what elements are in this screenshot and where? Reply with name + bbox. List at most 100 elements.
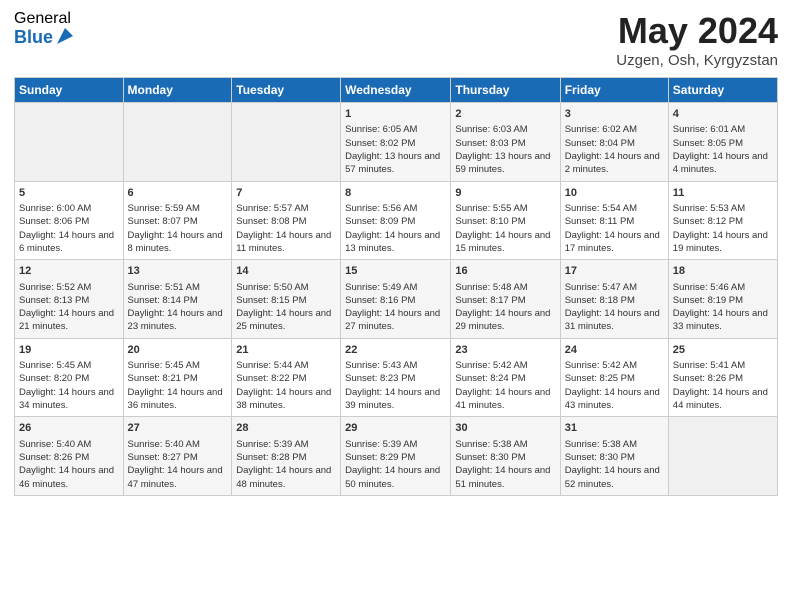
daylight-text: Daylight: 14 hours and 36 minutes.	[128, 386, 228, 413]
day-number: 26	[19, 421, 119, 436]
location: Uzgen, Osh, Kyrgyzstan	[616, 52, 778, 69]
calendar-cell: 6Sunrise: 5:59 AMSunset: 8:07 PMDaylight…	[123, 181, 232, 260]
daylight-text: Daylight: 14 hours and 2 minutes.	[565, 150, 664, 177]
title-area: May 2024 Uzgen, Osh, Kyrgyzstan	[616, 10, 778, 69]
sunrise-text: Sunrise: 5:41 AM	[673, 359, 773, 372]
sunset-text: Sunset: 8:24 PM	[455, 372, 555, 385]
daylight-text: Daylight: 14 hours and 44 minutes.	[673, 386, 773, 413]
header-thursday: Thursday	[451, 78, 560, 103]
sunrise-text: Sunrise: 5:47 AM	[565, 281, 664, 294]
day-number: 8	[345, 186, 446, 201]
daylight-text: Daylight: 14 hours and 25 minutes.	[236, 307, 336, 334]
sunset-text: Sunset: 8:26 PM	[19, 451, 119, 464]
calendar-cell: 12Sunrise: 5:52 AMSunset: 8:13 PMDayligh…	[15, 260, 124, 339]
daylight-text: Daylight: 14 hours and 48 minutes.	[236, 464, 336, 491]
logo: General Blue	[14, 10, 75, 47]
calendar-cell: 15Sunrise: 5:49 AMSunset: 8:16 PMDayligh…	[341, 260, 451, 339]
sunrise-text: Sunrise: 5:49 AM	[345, 281, 446, 294]
sunset-text: Sunset: 8:06 PM	[19, 215, 119, 228]
daylight-text: Daylight: 14 hours and 34 minutes.	[19, 386, 119, 413]
day-number: 7	[236, 186, 336, 201]
day-number: 19	[19, 343, 119, 358]
sunset-text: Sunset: 8:15 PM	[236, 294, 336, 307]
sunset-text: Sunset: 8:28 PM	[236, 451, 336, 464]
day-number: 6	[128, 186, 228, 201]
daylight-text: Daylight: 14 hours and 6 minutes.	[19, 229, 119, 256]
sunrise-text: Sunrise: 6:05 AM	[345, 123, 446, 136]
calendar-cell: 31Sunrise: 5:38 AMSunset: 8:30 PMDayligh…	[560, 417, 668, 496]
daylight-text: Daylight: 14 hours and 50 minutes.	[345, 464, 446, 491]
day-number: 24	[565, 343, 664, 358]
day-number: 18	[673, 264, 773, 279]
sunrise-text: Sunrise: 5:40 AM	[19, 438, 119, 451]
daylight-text: Daylight: 14 hours and 31 minutes.	[565, 307, 664, 334]
calendar-cell: 24Sunrise: 5:42 AMSunset: 8:25 PMDayligh…	[560, 338, 668, 417]
logo-icon	[55, 26, 75, 46]
daylight-text: Daylight: 14 hours and 8 minutes.	[128, 229, 228, 256]
calendar-cell: 16 Sunrise: 5:48 AMSunset: 8:17 PMDayligh…	[451, 260, 560, 339]
header-monday: Monday	[123, 78, 232, 103]
sunset-text: Sunset: 8:26 PM	[673, 372, 773, 385]
calendar-cell: 18Sunrise: 5:46 AMSunset: 8:19 PMDayligh…	[668, 260, 777, 339]
calendar-header-row: Sunday Monday Tuesday Wednesday Thursday…	[15, 78, 778, 103]
sunset-text: Sunset: 8:09 PM	[345, 215, 446, 228]
logo-blue: Blue	[14, 28, 53, 48]
daylight-text: Daylight: 14 hours and 33 minutes.	[673, 307, 773, 334]
calendar-cell	[123, 103, 232, 182]
day-number: 5	[19, 186, 119, 201]
day-number: 16	[455, 264, 555, 279]
calendar-cell: 27Sunrise: 5:40 AMSunset: 8:27 PMDayligh…	[123, 417, 232, 496]
daylight-text: Daylight: 14 hours and 4 minutes.	[673, 150, 773, 177]
sunrise-text: Sunrise: 5:42 AM	[455, 359, 555, 372]
daylight-text: Daylight: 14 hours and 15 minutes.	[455, 229, 555, 256]
sunrise-text: Sunrise: 5:51 AM	[128, 281, 228, 294]
sunrise-text: Sunrise: 6:03 AM	[455, 123, 555, 136]
calendar-cell: 9Sunrise: 5:55 AMSunset: 8:10 PMDaylight…	[451, 181, 560, 260]
calendar-cell: 2Sunrise: 6:03 AMSunset: 8:03 PMDaylight…	[451, 103, 560, 182]
sunset-text: Sunset: 8:20 PM	[19, 372, 119, 385]
sunrise-text: Sunrise: 5:52 AM	[19, 281, 119, 294]
calendar-cell: 30Sunrise: 5:38 AMSunset: 8:30 PMDayligh…	[451, 417, 560, 496]
calendar-cell: 22Sunrise: 5:43 AMSunset: 8:23 PMDayligh…	[341, 338, 451, 417]
sunset-text: Sunset: 8:18 PM	[565, 294, 664, 307]
day-number: 9	[455, 186, 555, 201]
day-number: 25	[673, 343, 773, 358]
calendar-cell: 25Sunrise: 5:41 AMSunset: 8:26 PMDayligh…	[668, 338, 777, 417]
day-number: 31	[565, 421, 664, 436]
day-number: 2	[455, 107, 555, 122]
day-number: 23	[455, 343, 555, 358]
daylight-text: Daylight: 14 hours and 19 minutes.	[673, 229, 773, 256]
sunrise-text: Sunrise: 5:57 AM	[236, 202, 336, 215]
sunrise-text: Sunrise: 6:01 AM	[673, 123, 773, 136]
calendar-cell: 4Sunrise: 6:01 AMSunset: 8:05 PMDaylight…	[668, 103, 777, 182]
calendar-cell: 21Sunrise: 5:44 AMSunset: 8:22 PMDayligh…	[232, 338, 341, 417]
daylight-text: Daylight: 14 hours and 43 minutes.	[565, 386, 664, 413]
sunrise-text: Sunrise: 5:56 AM	[345, 202, 446, 215]
daylight-text: Daylight: 14 hours and 29 minutes.	[455, 307, 555, 334]
header-wednesday: Wednesday	[341, 78, 451, 103]
sunset-text: Sunset: 8:22 PM	[236, 372, 336, 385]
daylight-text: Daylight: 14 hours and 47 minutes.	[128, 464, 228, 491]
sunrise-text: Sunrise: 5:38 AM	[565, 438, 664, 451]
calendar-week-1: 5Sunrise: 6:00 AMSunset: 8:06 PMDaylight…	[15, 181, 778, 260]
sunrise-text: Sunrise: 5:53 AM	[673, 202, 773, 215]
sunrise-text: Sunrise: 5:39 AM	[236, 438, 336, 451]
sunset-text: Sunset: 8:07 PM	[128, 215, 228, 228]
daylight-text: Daylight: 13 hours and 57 minutes.	[345, 150, 446, 177]
calendar-cell: 10Sunrise: 5:54 AMSunset: 8:11 PMDayligh…	[560, 181, 668, 260]
sunset-text: Sunset: 8:25 PM	[565, 372, 664, 385]
calendar-cell: 14Sunrise: 5:50 AMSunset: 8:15 PMDayligh…	[232, 260, 341, 339]
day-number: 21	[236, 343, 336, 358]
sunrise-text: Sunrise: 5:43 AM	[345, 359, 446, 372]
daylight-text: Daylight: 14 hours and 46 minutes.	[19, 464, 119, 491]
sunset-text: Sunset: 8:08 PM	[236, 215, 336, 228]
day-number: 28	[236, 421, 336, 436]
sunset-text: Sunset: 8:17 PM	[455, 294, 555, 307]
day-number: 12	[19, 264, 119, 279]
sunrise-text: Sunrise: 5:48 AM	[455, 281, 555, 294]
calendar-cell: 20Sunrise: 5:45 AMSunset: 8:21 PMDayligh…	[123, 338, 232, 417]
logo-general: General	[14, 10, 75, 28]
daylight-text: Daylight: 14 hours and 27 minutes.	[345, 307, 446, 334]
sunset-text: Sunset: 8:30 PM	[565, 451, 664, 464]
sunset-text: Sunset: 8:03 PM	[455, 137, 555, 150]
